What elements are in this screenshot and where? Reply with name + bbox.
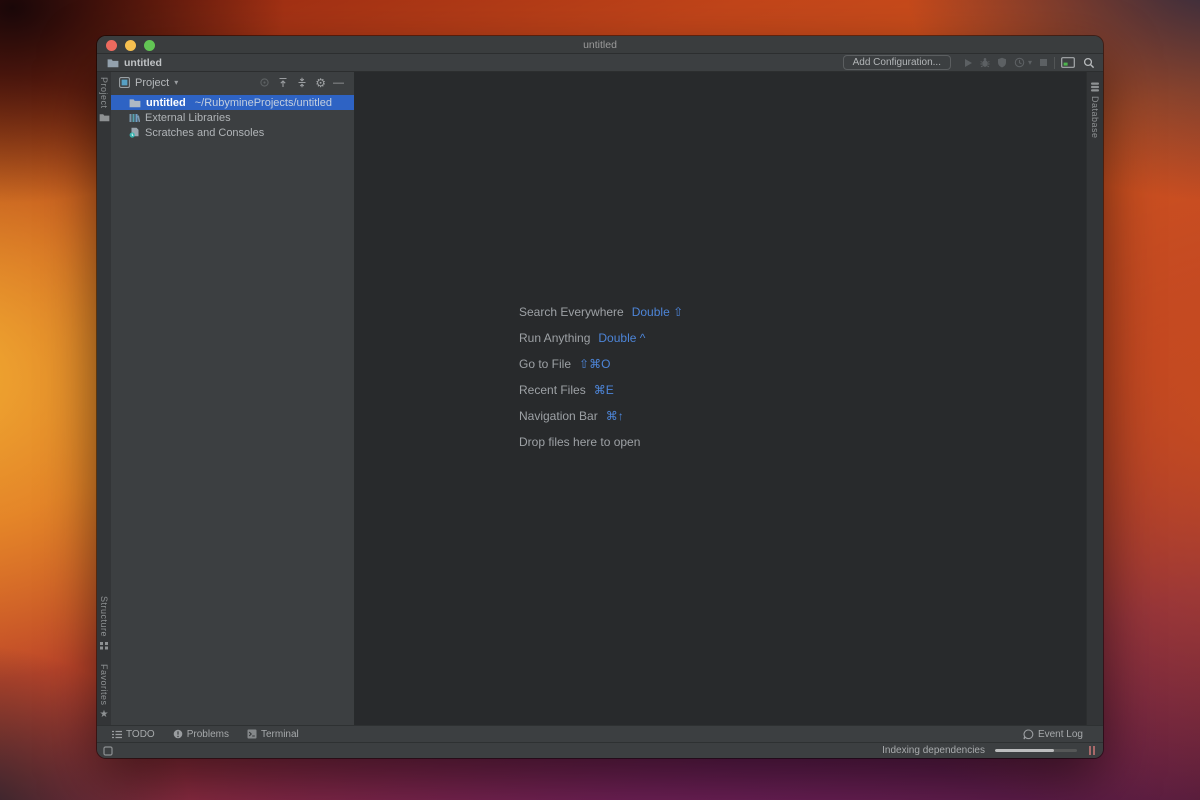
hide-panel-icon[interactable]: —	[333, 77, 344, 89]
locate-icon[interactable]	[259, 77, 270, 88]
expand-all-icon[interactable]	[277, 77, 289, 88]
project-panel-header: Project ▾ ⚙ —	[111, 72, 354, 93]
coverage-icon[interactable]	[997, 57, 1007, 68]
add-configuration-button[interactable]: Add Configuration...	[842, 55, 951, 70]
profiler-icon[interactable]	[1014, 57, 1025, 68]
event-log-balloon-icon	[1023, 728, 1034, 740]
shortcut-navigation-bar: Navigation Bar ⌘↑	[519, 409, 624, 423]
settings-gear-icon[interactable]: ⚙	[315, 77, 326, 89]
titlebar: untitled	[97, 36, 1103, 54]
shortcut-run-anything: Run Anything Double ^	[519, 331, 646, 345]
stripe-database-label: Database	[1090, 96, 1100, 139]
tree-row-external-libraries[interactable]: External Libraries	[111, 110, 354, 125]
collapse-all-icon[interactable]	[296, 77, 308, 88]
project-tool-window-icon	[119, 77, 130, 88]
stripe-button-favorites[interactable]: Favorites ★	[99, 664, 109, 719]
chevron-down-icon[interactable]: ▾	[174, 78, 178, 87]
panel-header-icons: ⚙ —	[259, 77, 344, 89]
progress-fill	[995, 749, 1055, 752]
indexing-label: Indexing dependencies	[882, 745, 985, 756]
dropdown-caret-icon[interactable]: ▾	[1028, 58, 1032, 67]
stripe-favorites-label: Favorites	[99, 664, 109, 706]
event-log-button[interactable]: Event Log	[1023, 729, 1083, 740]
stripe-button-structure[interactable]: Structure	[99, 596, 109, 650]
left-stripe-bottom-group: Structure Favorites ★	[99, 596, 109, 719]
toolbar-right-icons	[1061, 57, 1095, 69]
shortcut-recent-files: Recent Files ⌘E	[519, 383, 614, 397]
run-icon[interactable]	[963, 58, 973, 68]
stripe-button-project[interactable]: Project	[99, 77, 110, 122]
progress-bar	[995, 749, 1077, 752]
run-controls: ▾	[963, 57, 1048, 68]
tool-window-bar: TODO Problems Terminal Event Log	[97, 725, 1103, 742]
project-tree: untitled ~/RubymineProjects/untitled Ext…	[111, 95, 354, 140]
breadcrumb-label: untitled	[124, 56, 162, 69]
folder-icon	[129, 98, 141, 108]
debug-icon[interactable]	[980, 57, 990, 68]
folder-icon	[99, 113, 110, 122]
project-panel-title[interactable]: Project	[135, 77, 169, 89]
search-icon[interactable]	[1083, 57, 1095, 69]
libraries-icon	[129, 113, 140, 123]
terminal-icon	[247, 729, 257, 739]
tree-item-name: Scratches and Consoles	[145, 126, 265, 139]
todo-list-icon	[112, 730, 122, 739]
star-icon: ★	[99, 709, 109, 720]
shortcut-search-everywhere: Search Everywhere Double ⇧	[519, 305, 684, 319]
shortcut-go-to-file: Go to File ⇧⌘O	[519, 357, 611, 371]
tree-item-name: untitled	[146, 96, 186, 109]
tree-item-path: ~/RubymineProjects/untitled	[194, 96, 332, 109]
window-title: untitled	[583, 39, 617, 51]
structure-icon	[99, 641, 109, 650]
stripe-button-database[interactable]: Database	[1090, 82, 1100, 139]
tree-item-name: External Libraries	[145, 111, 231, 124]
pause-icon[interactable]	[1089, 746, 1095, 755]
toolbar-separator	[1054, 56, 1055, 69]
navigation-breadcrumb[interactable]: untitled	[107, 57, 162, 69]
stripe-structure-label: Structure	[99, 596, 109, 638]
tab-problems[interactable]: Problems	[173, 729, 229, 740]
rubymine-window: untitled untitled Add Configuration... ▾…	[97, 36, 1103, 758]
main-area: Project Structure Favorites ★ Project ▾ …	[97, 72, 1103, 725]
folder-icon	[107, 58, 119, 68]
project-tool-window: Project ▾ ⚙ — untitled ~/RubymineProject…	[111, 72, 355, 725]
right-tool-stripe: Database	[1086, 72, 1103, 725]
tool-windows-switcher-icon[interactable]	[103, 745, 113, 756]
drop-files-hint: Drop files here to open	[519, 435, 641, 449]
database-icon	[1090, 82, 1100, 92]
main-toolbar: untitled Add Configuration... ▾	[97, 54, 1103, 72]
indexing-progress: Indexing dependencies	[882, 745, 1077, 756]
tool-windows-icon[interactable]	[1061, 57, 1075, 68]
stop-icon[interactable]	[1039, 58, 1048, 67]
status-bar: Indexing dependencies	[97, 742, 1103, 758]
editor-area: Search Everywhere Double ⇧ Run Anything Do…	[355, 72, 1086, 725]
scratches-icon	[129, 127, 140, 138]
desktop-wallpaper: untitled untitled Add Configuration... ▾…	[0, 0, 1200, 800]
stripe-project-label: Project	[99, 77, 109, 109]
tab-terminal[interactable]: Terminal	[247, 729, 299, 740]
tree-row-scratches[interactable]: Scratches and Consoles	[111, 125, 354, 140]
tree-row-untitled[interactable]: untitled ~/RubymineProjects/untitled	[111, 95, 354, 110]
empty-state-shortcuts: Search Everywhere Double ⇧ Run Anything Do…	[519, 299, 683, 455]
tab-todo[interactable]: TODO	[112, 729, 155, 740]
problems-icon	[173, 729, 183, 739]
left-tool-stripe: Project Structure Favorites ★	[97, 72, 111, 725]
